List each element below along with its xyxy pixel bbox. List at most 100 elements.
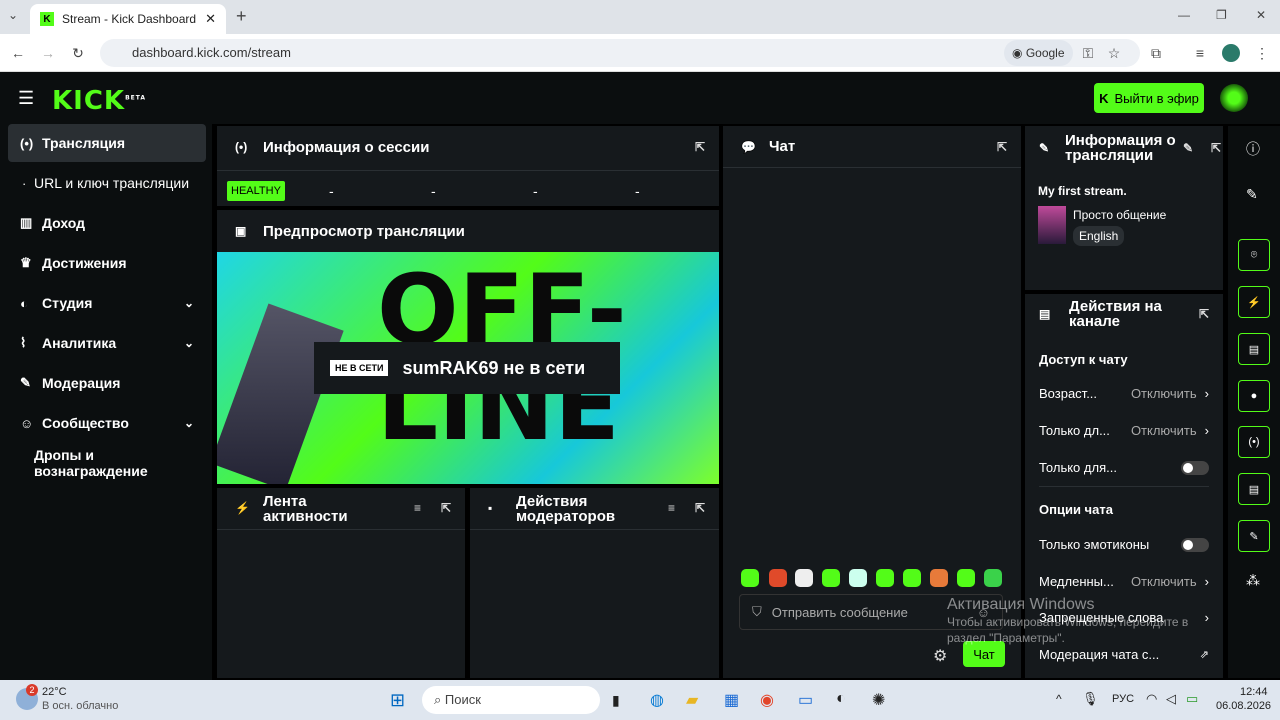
emote-icon[interactable] (822, 569, 840, 587)
channel-icon[interactable]: ▤ (1238, 473, 1270, 505)
app-icon[interactable]: ✺ (872, 690, 885, 710)
mod-actions-title: Действия модераторов (516, 492, 616, 525)
forward-icon[interactable]: → (36, 34, 60, 72)
input-language[interactable]: РУС (1112, 693, 1134, 705)
back-icon[interactable]: ← (6, 34, 30, 72)
wrench-icon: ✎ (1039, 140, 1050, 155)
emote-icon[interactable] (741, 569, 759, 587)
sidebar-item-community[interactable]: ☺ Сообщество ⌄ (8, 404, 206, 442)
emote-icon[interactable] (930, 569, 948, 587)
search-engine-chip[interactable]: ◉ Google (1004, 40, 1073, 66)
url-field[interactable]: dashboard.kick.com/stream (100, 39, 1140, 67)
emote-icon[interactable] (957, 569, 975, 587)
stream-info-title: Информация о трансляции (1065, 132, 1176, 164)
go-live-button[interactable]: K Выйти в эфир (1094, 83, 1204, 113)
volume-icon[interactable]: ◁ (1166, 691, 1176, 707)
kick-logo[interactable]: KICKBETA (52, 86, 146, 116)
stat-value: - (431, 183, 436, 199)
category-name[interactable]: Просто общение (1073, 208, 1166, 222)
password-key-icon[interactable]: ⚿ (1076, 34, 1100, 72)
taskbar-search[interactable]: ⌕ Поиск (422, 686, 600, 714)
sidebar-item-revenue[interactable]: ▥ Доход (8, 204, 206, 242)
media-icon[interactable]: ≡ (1188, 34, 1212, 72)
popout-icon[interactable]: ⇱ (1199, 307, 1209, 322)
edit-pencil-icon[interactable]: ✎ (1183, 141, 1193, 156)
clock-time[interactable]: 12:44 (1240, 686, 1268, 698)
extensions-icon[interactable]: ⧉ (1144, 34, 1168, 72)
popout-icon[interactable]: ⇱ (997, 140, 1007, 154)
subscribers-only-toggle[interactable] (1181, 460, 1209, 475)
chat-moderation-row[interactable]: Модерация чата с... ⇗ (1039, 647, 1209, 662)
edit-pencil-icon[interactable]: ✎ (1246, 186, 1258, 203)
trophy-icon: ♛ (20, 255, 32, 270)
channel-actions-title: Действия на канале (1069, 298, 1162, 330)
bolt-icon[interactable]: ⚡ (1238, 286, 1270, 318)
wifi-icon[interactable]: ◠ (1146, 691, 1157, 707)
sidebar-item-moderation[interactable]: ✎ Модерация (8, 364, 206, 402)
popout-icon[interactable]: ⇱ (1211, 141, 1221, 156)
sidebar-item-studio[interactable]: ◐ Студия ⌄ (8, 284, 206, 322)
popout-icon[interactable]: ⇱ (441, 501, 451, 516)
app-icon[interactable]: ◐ (836, 690, 846, 708)
chat-access-heading: Доступ к чату (1039, 352, 1128, 367)
stat-value: - (533, 183, 538, 199)
edge-icon[interactable]: ◍ (650, 690, 664, 710)
popout-icon[interactable]: ⇱ (695, 140, 705, 154)
chrome-icon[interactable]: ◉ (760, 690, 774, 710)
new-tab-button[interactable]: + (236, 6, 247, 27)
notes-icon[interactable]: ▤ (1238, 333, 1270, 365)
reload-icon[interactable]: ↻ (66, 34, 90, 72)
tab-close-icon[interactable]: ✕ (205, 11, 216, 27)
filter-icon[interactable]: ≡ (414, 501, 421, 516)
broadcast-icon[interactable]: (•) (1238, 426, 1270, 458)
emote-icon[interactable] (795, 569, 813, 587)
sidebar-item-drops[interactable]: Дропы и вознаграждение (8, 444, 206, 482)
emotes-only-toggle[interactable] (1181, 537, 1209, 552)
maximize-icon[interactable]: ❐ (1216, 8, 1227, 22)
sidebar-item-achievements[interactable]: ♛ Достижения (8, 244, 206, 282)
microphone-icon[interactable]: 🎙 (1082, 691, 1099, 707)
emote-icon[interactable] (876, 569, 894, 587)
store-icon[interactable]: ▦ (724, 690, 739, 710)
taskview-icon[interactable]: ▮ (612, 692, 620, 709)
followers-only-row[interactable]: Только дл... Отключить › (1039, 423, 1209, 438)
channel-icon: ▤ (1039, 306, 1051, 321)
emote-icon[interactable] (849, 569, 867, 587)
wrench-icon[interactable]: ✎ (1238, 520, 1270, 552)
menu-icon[interactable]: ⋮ (1250, 34, 1274, 72)
offline-card: НЕ В СЕТИ sumRAK69 не в сети (314, 342, 620, 394)
tray-chevron-icon[interactable]: ^ (1056, 692, 1062, 706)
slow-mode-row[interactable]: Медленны... Отключить › (1039, 574, 1209, 589)
browser-tab[interactable]: K Stream - Kick Dashboard ✕ (30, 4, 226, 34)
mod-actions-panel: ▪ Действия модераторов ≡ ⇱ (470, 488, 719, 678)
chat-settings-gear-icon[interactable]: ⚙ (933, 646, 947, 666)
emote-icon[interactable] (984, 569, 1002, 587)
popout-icon[interactable]: ⇱ (695, 501, 705, 516)
window-close-icon[interactable]: ✕ (1256, 8, 1266, 22)
sidebar-item-stream[interactable]: (•) Трансляция (8, 124, 206, 162)
tab-list-icon[interactable]: ⌄ (8, 8, 18, 22)
chat-bubble-icon[interactable]: ● (1238, 380, 1270, 412)
sidebar-item-url-key[interactable]: · URL и ключ трансляции (8, 164, 206, 202)
user-avatar[interactable] (1220, 84, 1248, 112)
emote-icon[interactable] (903, 569, 921, 587)
emote-icon[interactable] (769, 569, 787, 587)
chevron-down-icon: ⌄ (183, 336, 194, 350)
bookmark-star-icon[interactable]: ☆ (1102, 34, 1126, 72)
clock-date[interactable]: 06.08.2026 (1216, 700, 1271, 712)
start-windows-icon[interactable]: ⊞ (390, 690, 405, 711)
more-apps-icon[interactable]: ⁂ (1246, 572, 1260, 589)
windows-activation-watermark: Активация Windows Чтобы активировать Win… (947, 596, 1247, 646)
explorer-folder-icon[interactable]: ▰ (686, 690, 698, 710)
filter-icon[interactable]: ≡ (668, 501, 675, 516)
info-icon[interactable]: ⓘ (1246, 139, 1260, 159)
hamburger-menu-icon[interactable]: ☰ (18, 88, 34, 109)
sidebar-item-analytics[interactable]: ⌇ Аналитика ⌄ (8, 324, 206, 362)
minimize-icon[interactable]: — (1178, 8, 1190, 22)
app-icon[interactable]: ▭ (798, 690, 813, 710)
screenshot-icon[interactable]: ⌾ (1238, 239, 1270, 271)
battery-icon[interactable]: ▭ (1186, 691, 1198, 707)
profile-avatar[interactable] (1222, 44, 1240, 62)
age-restriction-row[interactable]: Возраст... Отключить › (1039, 386, 1209, 401)
chevron-right-icon: › (1204, 423, 1209, 438)
